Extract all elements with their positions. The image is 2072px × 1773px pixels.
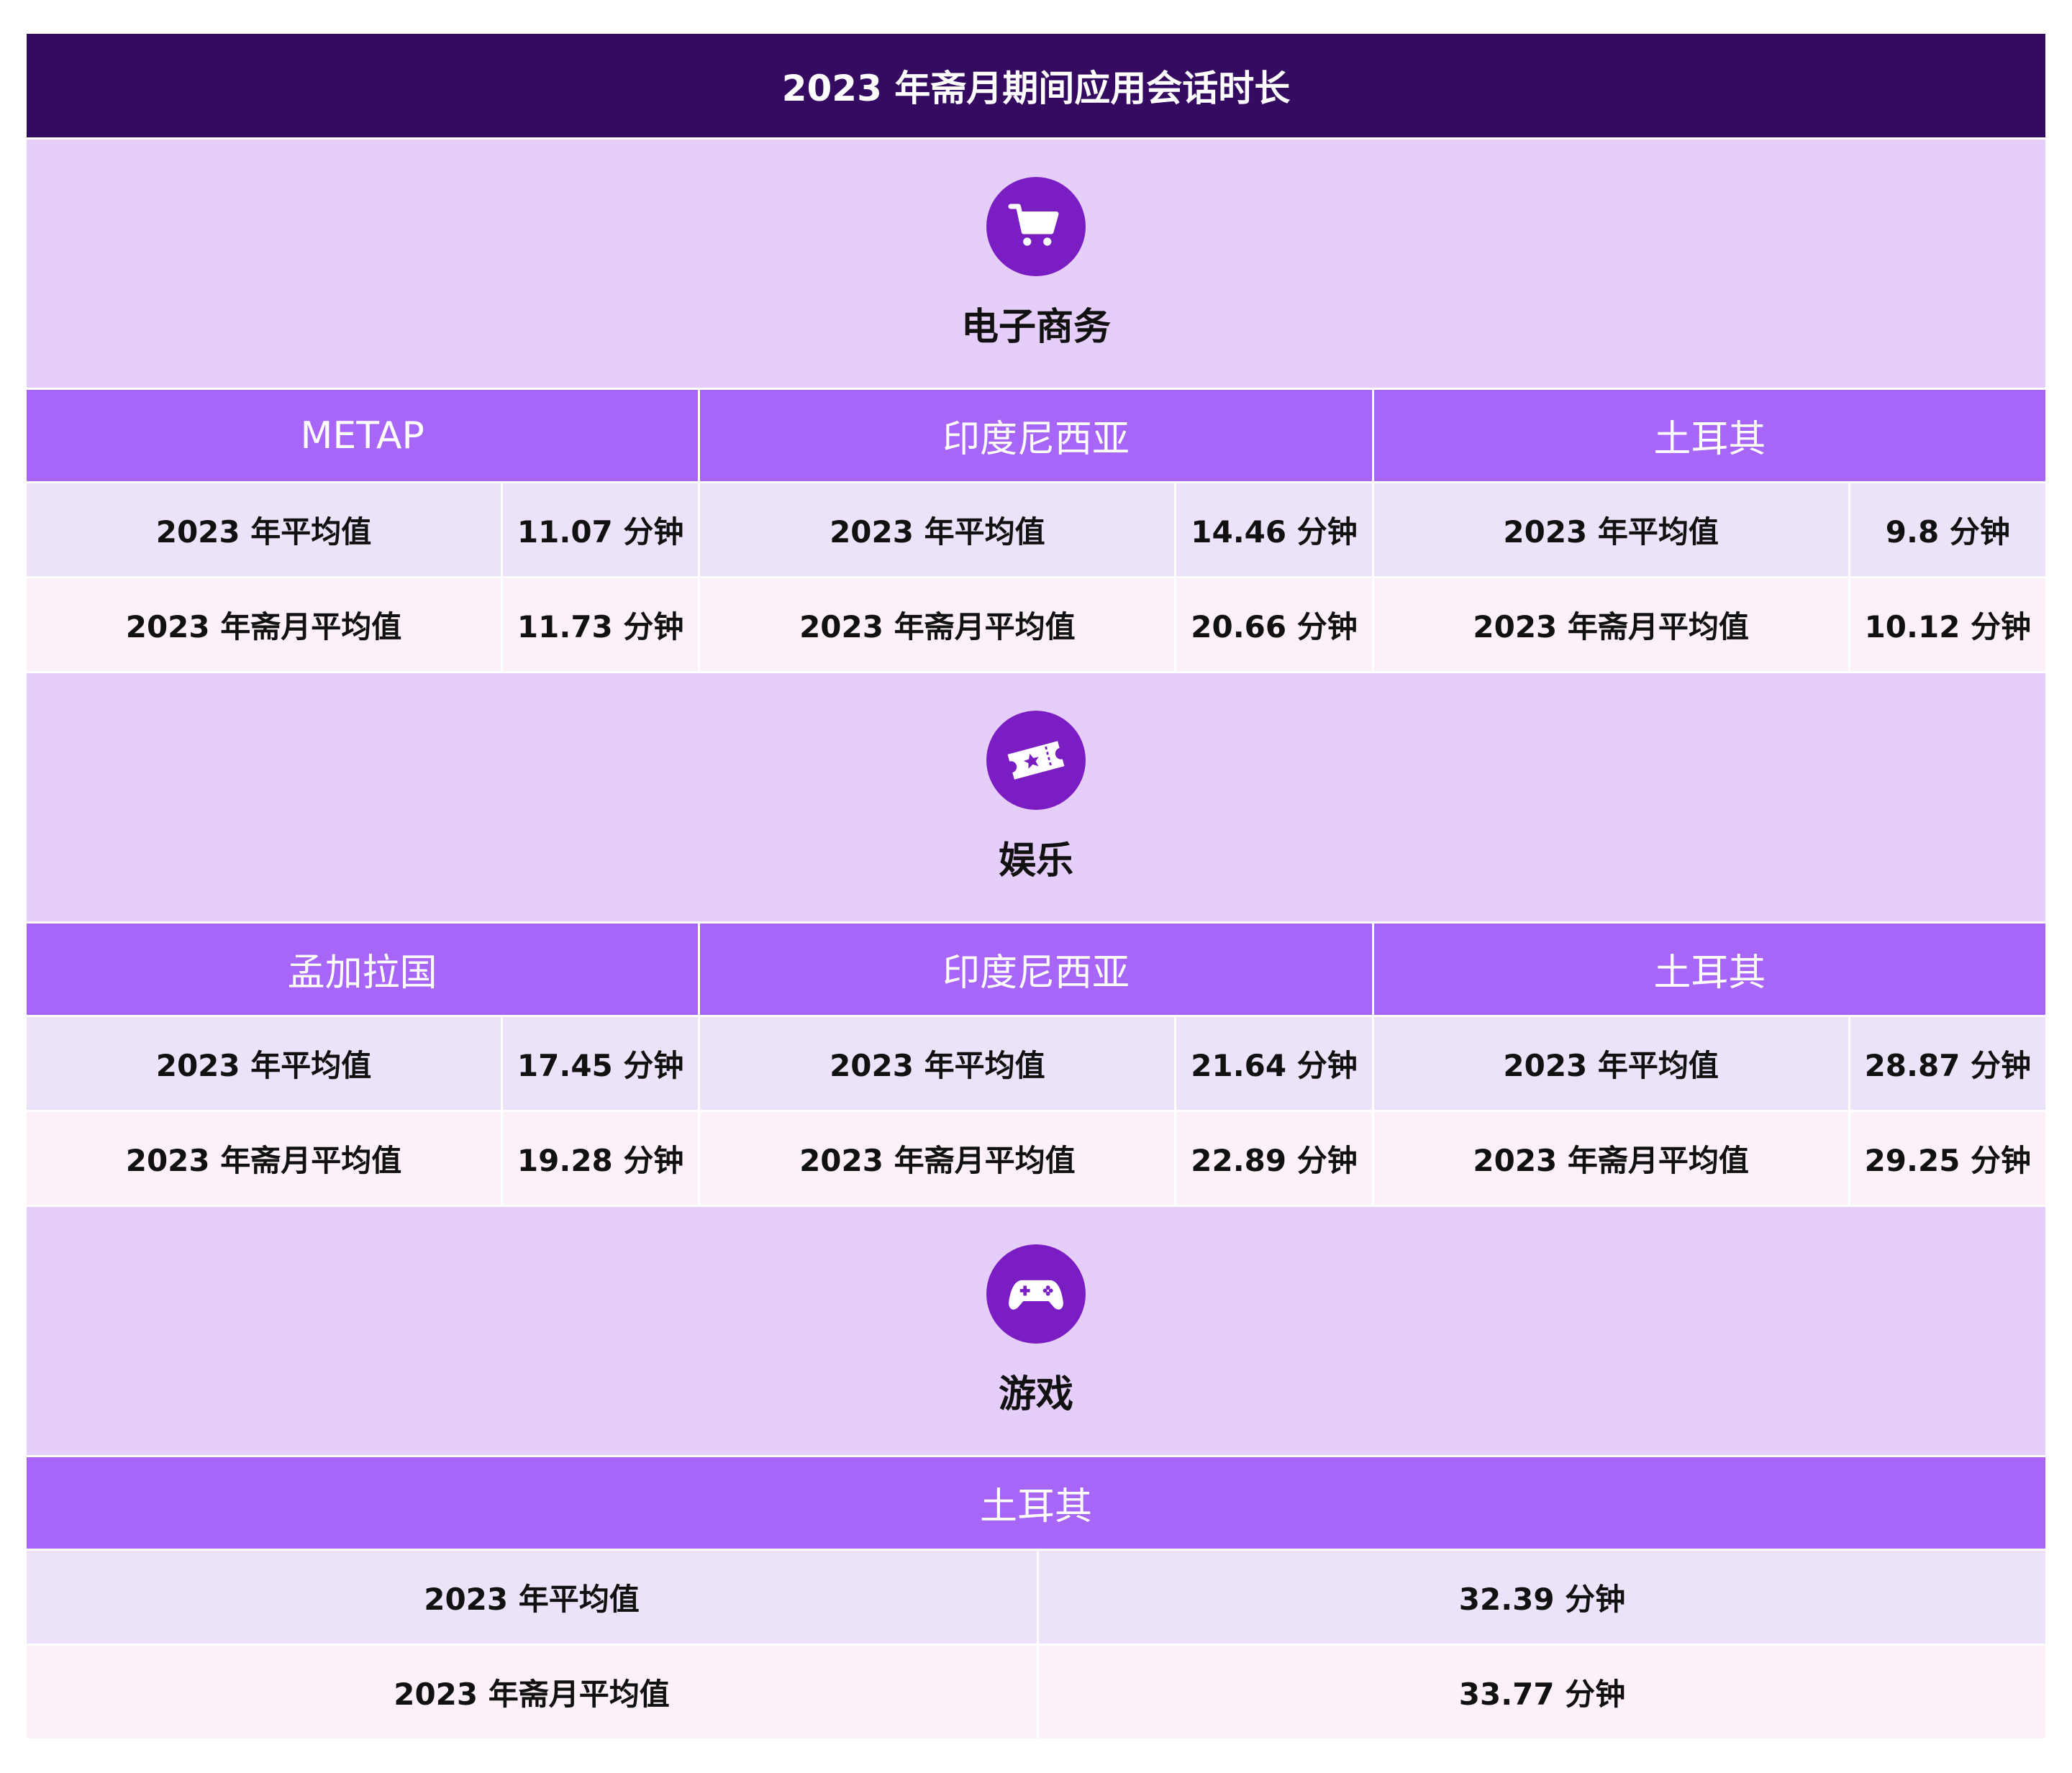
row-value: 33.77 分钟 [1037, 1646, 2045, 1738]
row-value: 28.87 分钟 [1848, 1017, 2045, 1110]
region-header: 印度尼西亚 [698, 390, 1372, 481]
row-value: 29.25 分钟 [1848, 1112, 2045, 1205]
row-label: 2023 年平均值 [27, 1017, 501, 1110]
region-header: 孟加拉国 [27, 924, 699, 1015]
table-row: 2023 年斋月平均值 33.77 分钟 [27, 1644, 2045, 1738]
region-header-row: 土耳其 [27, 1455, 2045, 1549]
row-label: 2023 年平均值 [1373, 483, 1848, 576]
row-label: 2023 年斋月平均值 [27, 578, 501, 671]
region-header-row: 孟加拉国 印度尼西亚 土耳其 [27, 921, 2045, 1015]
row-value: 10.12 分钟 [1848, 578, 2045, 671]
region-header: 土耳其 [1371, 390, 2045, 481]
row-label: 2023 年平均值 [700, 1017, 1175, 1110]
row-label: 2023 年斋月平均值 [700, 578, 1175, 671]
table-row: 2023 年平均值 32.39 分钟 [27, 1549, 2045, 1644]
section-title: 娱乐 [998, 839, 1073, 883]
section-header-ecommerce: 电子商务 [27, 137, 2045, 388]
row-label: 2023 年平均值 [1373, 1017, 1848, 1110]
table-row: 2023 年平均值 17.45 分钟 2023 年平均值 21.64 分钟 20… [27, 1015, 2045, 1110]
table-row: 2023 年平均值 11.07 分钟 2023 年平均值 14.46 分钟 20… [27, 481, 2045, 576]
row-label: 2023 年斋月平均值 [27, 1646, 1037, 1738]
ticket-icon [986, 711, 1086, 810]
section-title: 游戏 [998, 1373, 1073, 1416]
row-value: 22.89 分钟 [1174, 1112, 1372, 1205]
section-title: 电子商务 [960, 306, 1111, 349]
row-label: 2023 年斋月平均值 [1373, 1112, 1848, 1205]
table-row: 2023 年斋月平均值 19.28 分钟 2023 年斋月平均值 22.89 分… [27, 1110, 2045, 1205]
region-header: 印度尼西亚 [698, 924, 1372, 1015]
row-value: 21.64 分钟 [1174, 1017, 1372, 1110]
row-value: 19.28 分钟 [501, 1112, 699, 1205]
gamepad-icon [986, 1244, 1086, 1344]
region-header-row: METAP 印度尼西亚 土耳其 [27, 388, 2045, 481]
row-value: 9.8 分钟 [1848, 483, 2045, 576]
row-label: 2023 年斋月平均值 [1373, 578, 1848, 671]
section-header-entertainment: 娱乐 [27, 671, 2045, 921]
shopping-cart-icon [986, 177, 1086, 276]
row-label: 2023 年平均值 [27, 483, 501, 576]
row-label: 2023 年斋月平均值 [700, 1112, 1175, 1205]
row-value: 17.45 分钟 [501, 1017, 699, 1110]
row-label: 2023 年平均值 [700, 483, 1175, 576]
page-title: 2023 年斋月期间应用会话时长 [27, 34, 2045, 137]
session-duration-table: 2023 年斋月期间应用会话时长 电子商务 METAP 印度尼西亚 土耳其 20… [27, 34, 2045, 1738]
region-header: 土耳其 [27, 1457, 2045, 1549]
row-label: 2023 年斋月平均值 [27, 1112, 501, 1205]
row-label: 2023 年平均值 [27, 1551, 1037, 1644]
row-value: 11.07 分钟 [501, 483, 699, 576]
table-row: 2023 年斋月平均值 11.73 分钟 2023 年斋月平均值 20.66 分… [27, 576, 2045, 671]
row-value: 20.66 分钟 [1174, 578, 1372, 671]
section-header-gaming: 游戏 [27, 1205, 2045, 1455]
row-value: 11.73 分钟 [501, 578, 699, 671]
region-header: 土耳其 [1371, 924, 2045, 1015]
region-header: METAP [27, 390, 699, 481]
row-value: 32.39 分钟 [1037, 1551, 2045, 1644]
row-value: 14.46 分钟 [1174, 483, 1372, 576]
